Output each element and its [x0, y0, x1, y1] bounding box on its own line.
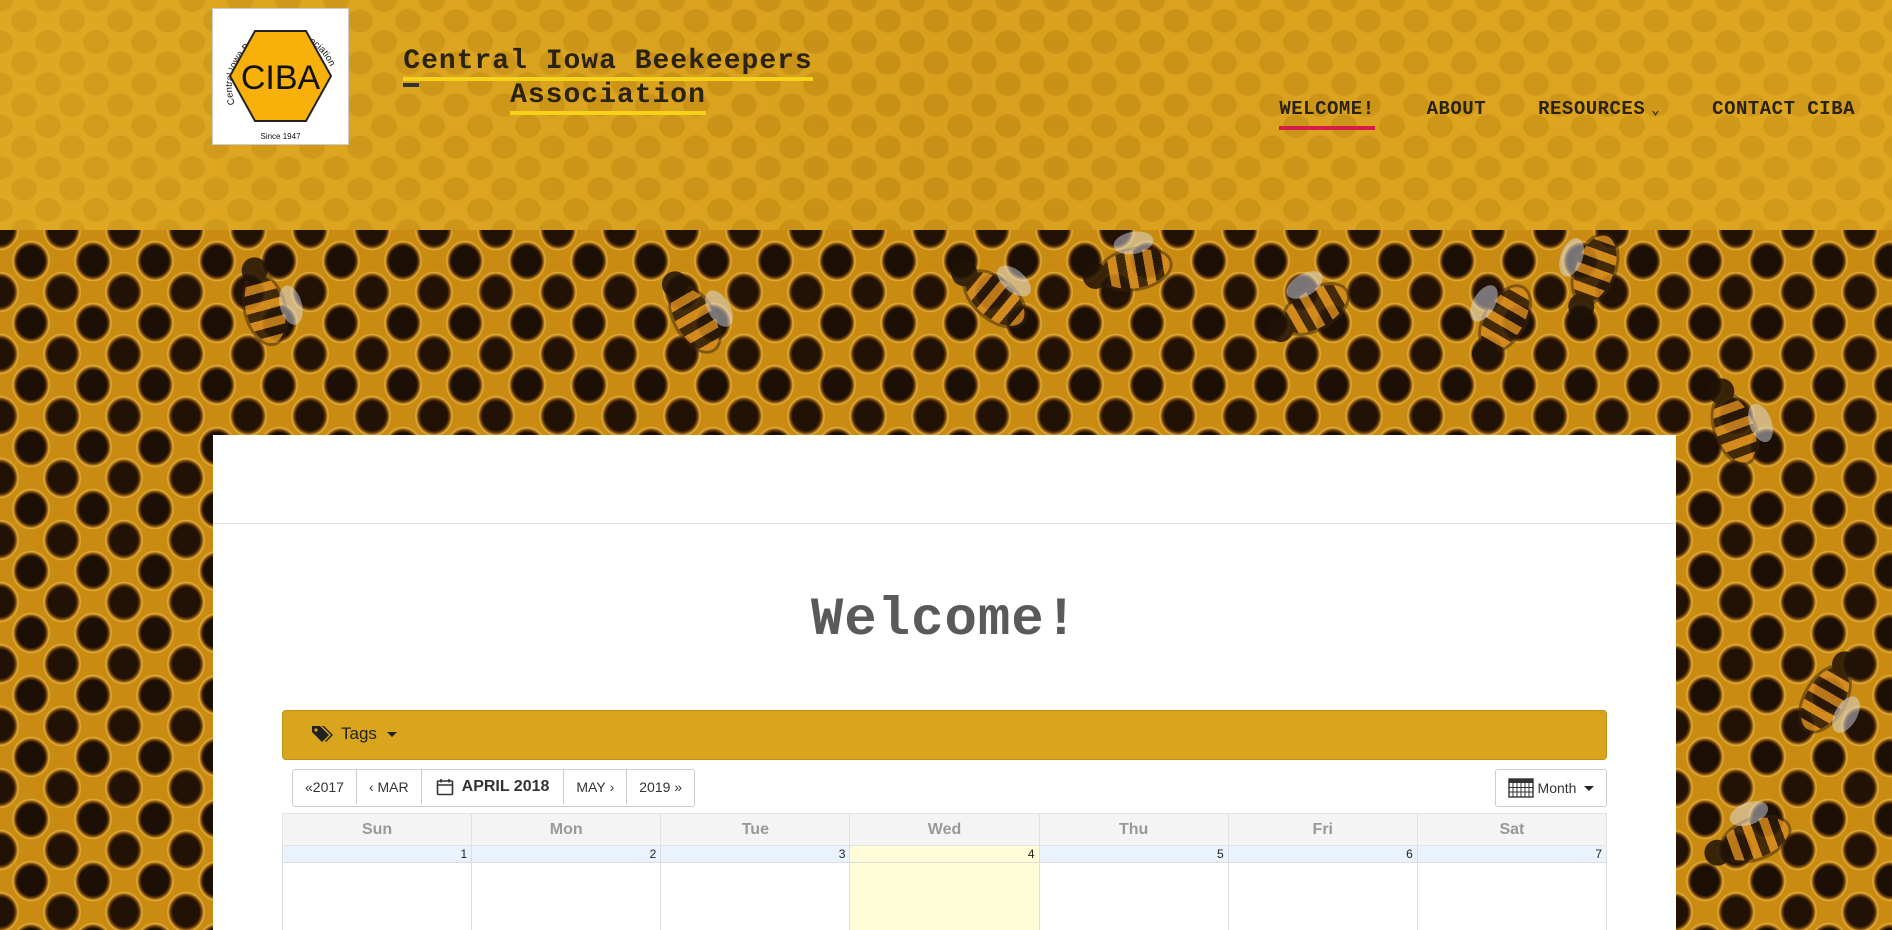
- site-header: Central Iowa Beekeepers Association CIBA…: [0, 0, 1892, 230]
- weekday-sat: Sat: [1416, 813, 1608, 846]
- day-number-today[interactable]: 4: [849, 845, 1040, 863]
- weekday-fri: Fri: [1227, 813, 1418, 846]
- month-grid-icon: [1507, 778, 1534, 798]
- caret-down-icon: [1584, 785, 1595, 791]
- chevron-down-icon: ⌄: [1651, 103, 1661, 119]
- calendar-tag-bar: Tags: [282, 710, 1607, 760]
- week-row-daynums: 1 2 3 4 5 6 7: [281, 845, 1608, 863]
- view-mode-label: Month: [1537, 780, 1577, 796]
- next-month-label: MAY: [576, 779, 606, 795]
- weekday-sun: Sun: [281, 813, 473, 846]
- bee-image: [955, 261, 1035, 337]
- page-title: Welcome!: [810, 590, 1079, 651]
- double-chevron-right-icon: »: [670, 779, 683, 795]
- chevron-left-icon: ‹: [368, 779, 378, 795]
- caret-down-icon: [386, 731, 397, 737]
- prev-month-button[interactable]: ‹ MAR: [357, 770, 422, 804]
- bee-image: [1097, 244, 1173, 294]
- site-title[interactable]: Central Iowa Beekeepers Association: [400, 45, 816, 115]
- day-cell[interactable]: [471, 862, 662, 930]
- day-number[interactable]: 2: [471, 845, 662, 863]
- prev-month-label: MAR: [377, 779, 409, 795]
- bee-image: [1791, 659, 1859, 739]
- content-card: Welcome! Tags «2017 ‹ MAR APRIL 2018 MAY…: [213, 435, 1676, 930]
- nav-welcome-label: WELCOME!: [1279, 98, 1375, 120]
- day-cell[interactable]: [1038, 862, 1229, 930]
- bee-image: [1715, 809, 1795, 869]
- double-chevron-left-icon: «: [305, 779, 313, 795]
- bee-image: [1705, 389, 1765, 469]
- day-cell[interactable]: [1416, 862, 1608, 930]
- tags-dropdown[interactable]: Tags: [311, 724, 397, 744]
- next-month-button[interactable]: MAY ›: [564, 770, 628, 804]
- logo-text: CIBA: [241, 59, 321, 97]
- tags-label: Tags: [341, 724, 377, 743]
- weekday-thu: Thu: [1038, 813, 1229, 846]
- chevron-right-icon: ›: [605, 779, 615, 795]
- weekday-wed: Wed: [849, 813, 1040, 846]
- next-year-button[interactable]: 2019 »: [627, 770, 694, 804]
- prev-year-label: 2017: [312, 779, 344, 795]
- day-number[interactable]: 3: [660, 845, 851, 863]
- current-month-button[interactable]: APRIL 2018: [422, 770, 565, 804]
- day-cell[interactable]: [660, 862, 851, 930]
- bee-image: [1275, 275, 1355, 343]
- nav-about-label: ABOUT: [1426, 98, 1487, 120]
- bee-image: [661, 279, 729, 359]
- tags-icon: [312, 726, 333, 742]
- month-calendar: Sun Mon Tue Wed Thu Fri Sat 1 2 3 4 5 6 …: [281, 813, 1608, 930]
- weekday-header-row: Sun Mon Tue Wed Thu Fri Sat: [281, 813, 1608, 846]
- nav-resources[interactable]: RESOURCES ⌄: [1538, 98, 1660, 128]
- day-cell[interactable]: [281, 862, 473, 930]
- title-dash: [403, 83, 419, 87]
- view-mode-dropdown[interactable]: Month: [1495, 769, 1607, 807]
- nav-contact-label: CONTACT CIBA: [1712, 98, 1855, 120]
- weekday-tue: Tue: [660, 813, 851, 846]
- site-title-line1[interactable]: Central Iowa Beekeepers: [403, 46, 813, 81]
- day-cell-today[interactable]: [849, 862, 1040, 930]
- day-cell[interactable]: [1227, 862, 1418, 930]
- site-logo[interactable]: Central Iowa Beekeepers Association CIBA…: [212, 8, 349, 145]
- prev-year-button[interactable]: «2017: [293, 770, 357, 804]
- day-number[interactable]: 7: [1416, 845, 1608, 863]
- bee-image: [237, 270, 293, 348]
- calendar-icon: [436, 779, 453, 796]
- main-nav: WELCOME! ABOUT RESOURCES ⌄ CONTACT CIBA: [1279, 98, 1855, 130]
- nav-welcome[interactable]: WELCOME!: [1279, 98, 1375, 130]
- day-number[interactable]: 6: [1227, 845, 1418, 863]
- logo-since: Since 1947: [260, 132, 301, 141]
- current-month-label: APRIL 2018: [461, 778, 550, 795]
- bee-image: [1471, 279, 1539, 359]
- weekday-mon: Mon: [471, 813, 662, 846]
- nav-about[interactable]: ABOUT: [1427, 98, 1487, 128]
- divider: [213, 523, 1676, 524]
- nav-resources-label: RESOURCES: [1538, 98, 1646, 120]
- next-year-label: 2019: [639, 779, 671, 795]
- week-row-cells: [281, 862, 1608, 930]
- day-number[interactable]: 1: [281, 845, 473, 863]
- day-number[interactable]: 5: [1038, 845, 1229, 863]
- bee-image: [1565, 229, 1625, 309]
- calendar-nav: «2017 ‹ MAR APRIL 2018 MAY › 2019 »: [292, 769, 696, 807]
- site-title-line2[interactable]: Association: [510, 80, 706, 115]
- nav-contact[interactable]: CONTACT CIBA: [1712, 98, 1855, 128]
